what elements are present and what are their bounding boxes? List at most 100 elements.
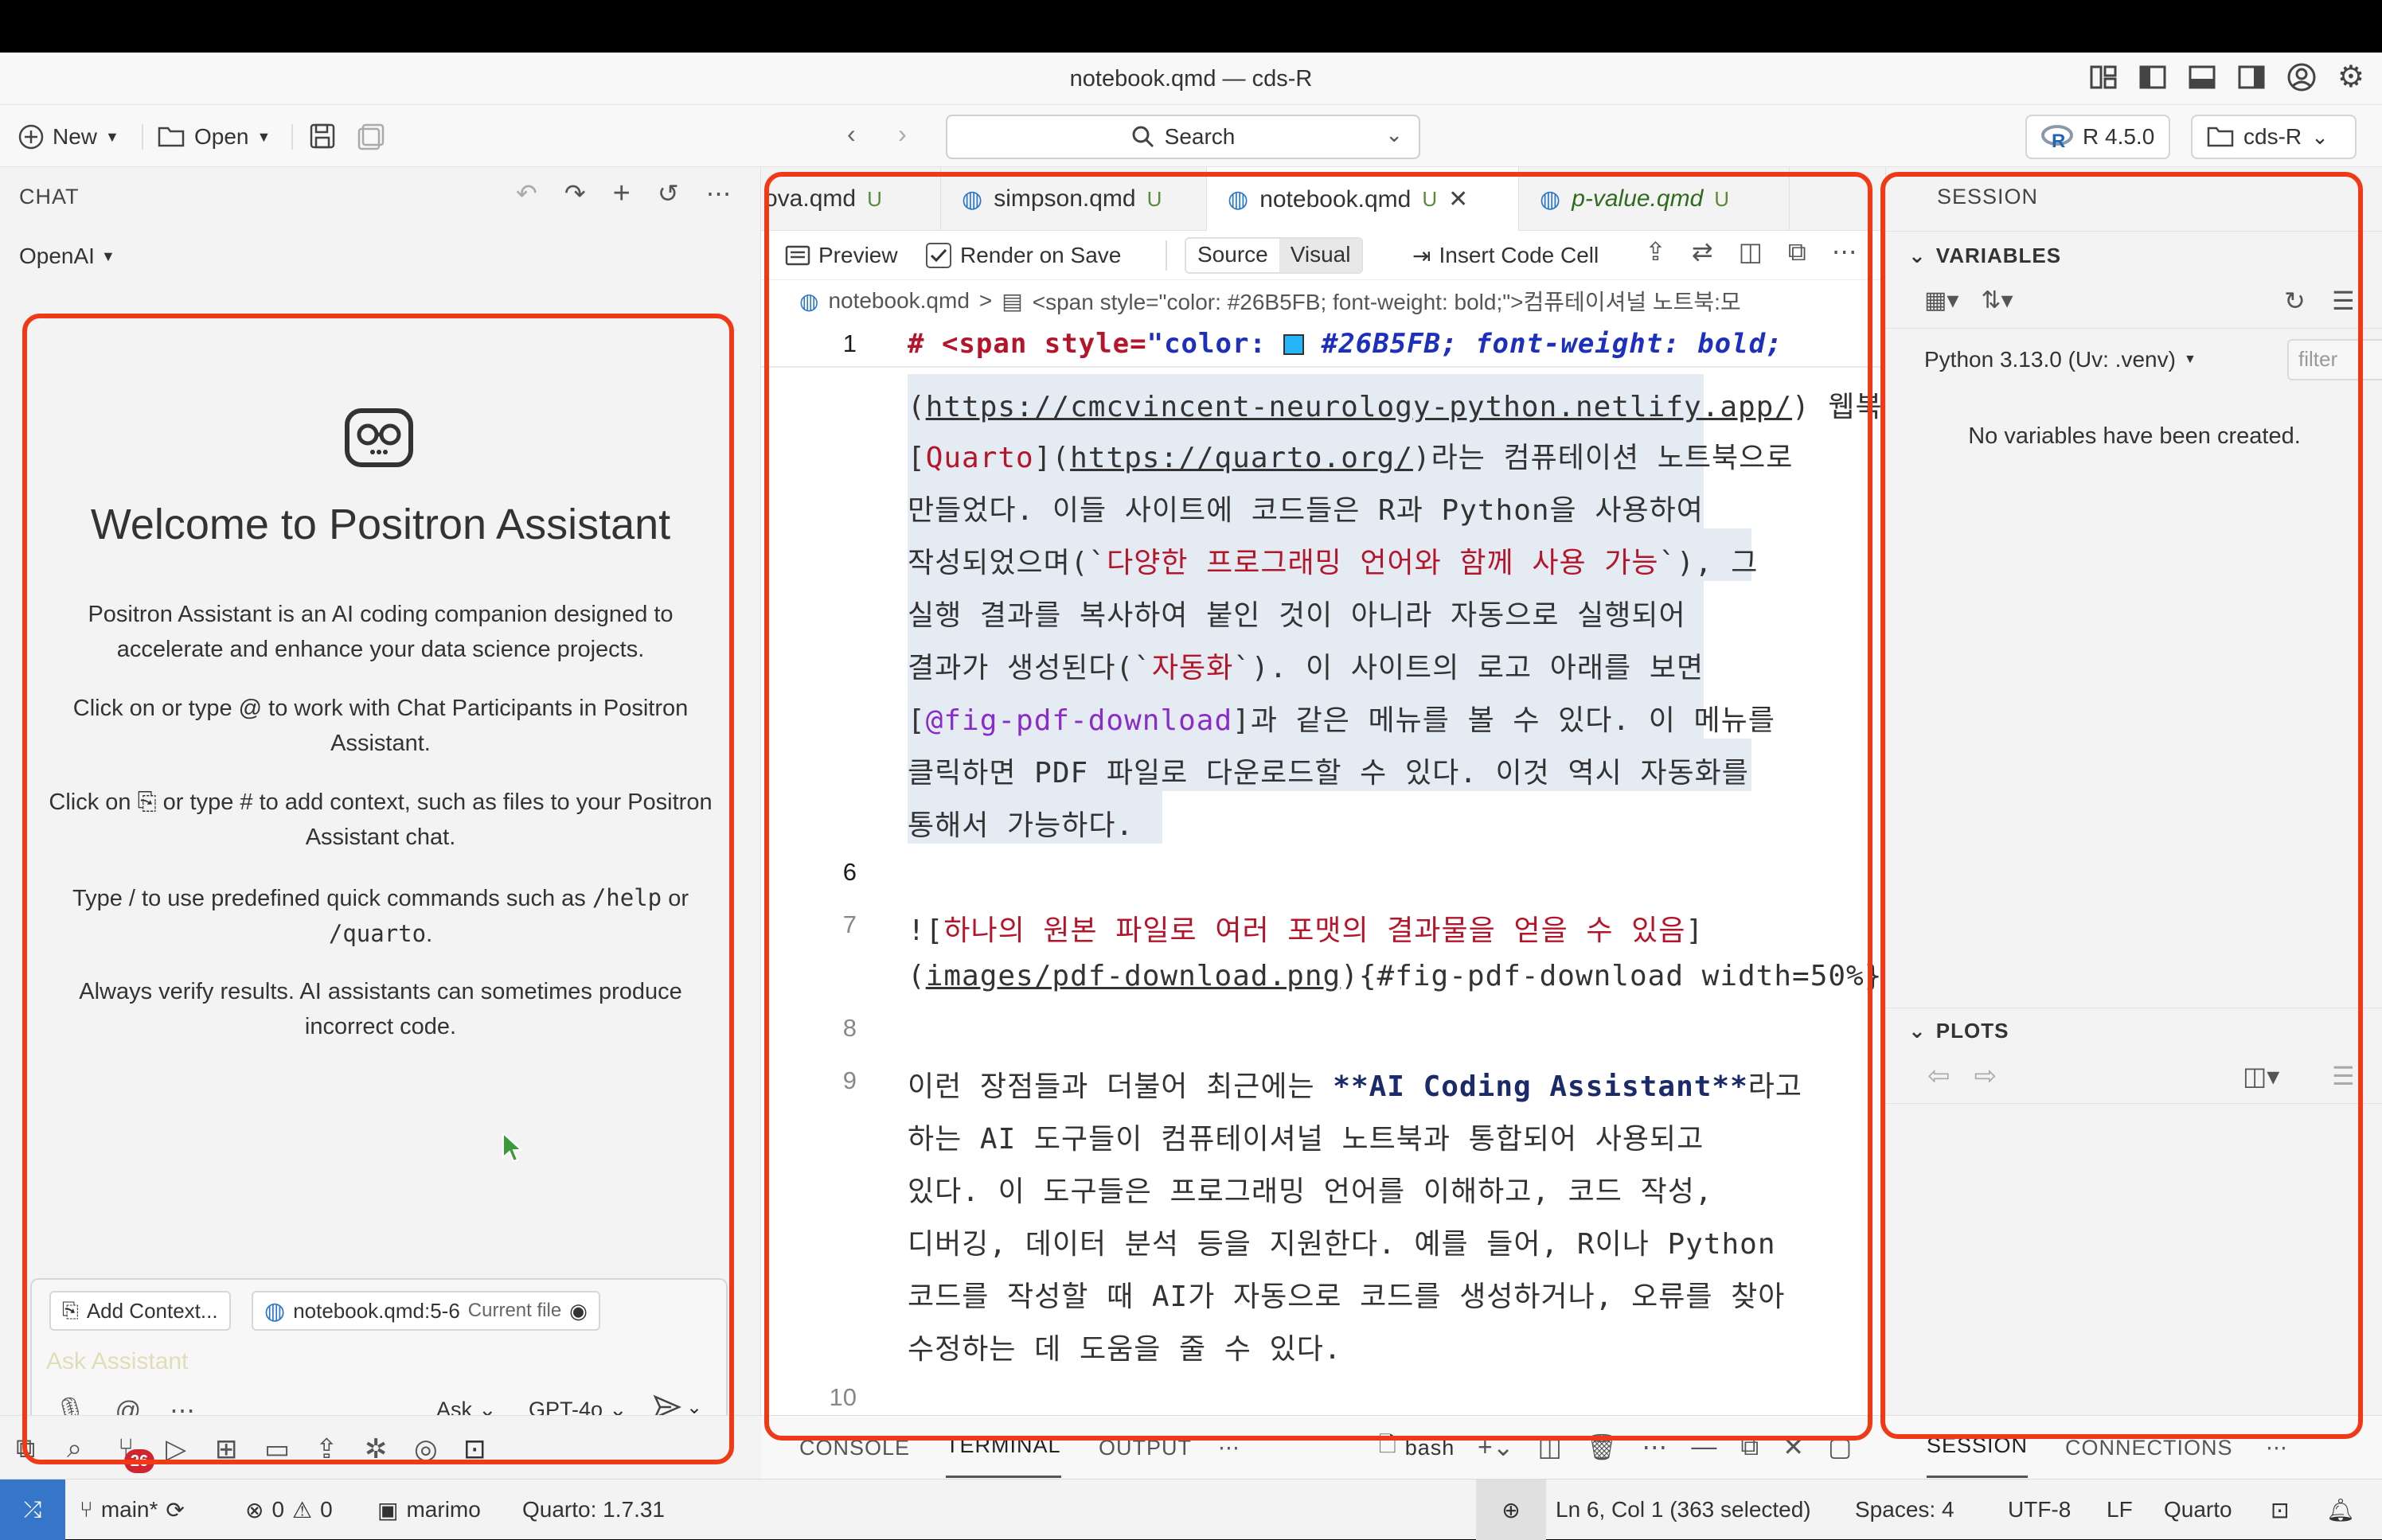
split-terminal-icon[interactable]: ◫ bbox=[1538, 1432, 1562, 1462]
image-link[interactable]: images/pdf-download.png bbox=[926, 960, 1341, 992]
search-icon[interactable]: ⌕ bbox=[67, 1433, 82, 1464]
publish-icon[interactable]: ⇪ bbox=[1645, 239, 1666, 264]
cursor-position[interactable]: Ln 6, Col 1 (363 selected) bbox=[1556, 1480, 1811, 1540]
run-debug-icon[interactable]: ▷ bbox=[166, 1433, 186, 1465]
sort-icon[interactable]: ⇅▾ bbox=[1981, 287, 2013, 314]
history-icon[interactable]: ↺ bbox=[658, 181, 679, 206]
restore-icon[interactable]: ⧉ bbox=[1740, 1432, 1759, 1462]
more-icon[interactable]: ⋯ bbox=[706, 181, 732, 206]
marimo-indicator[interactable]: ▣ marimo bbox=[377, 1480, 481, 1540]
more-icon[interactable]: ⋯ bbox=[1218, 1416, 1240, 1480]
open-external-icon[interactable]: ⧉ bbox=[1788, 239, 1806, 264]
render-on-save-checkbox[interactable]: Render on Save bbox=[925, 239, 1121, 272]
undo-icon[interactable]: ↶ bbox=[516, 181, 537, 206]
redo-icon[interactable]: ↷ bbox=[564, 181, 586, 206]
forward-arrow-icon[interactable]: › bbox=[898, 121, 907, 146]
publish-icon[interactable]: ⇪ bbox=[315, 1433, 338, 1465]
indentation[interactable]: Spaces: 4 bbox=[1855, 1480, 1954, 1540]
remote-explorer-icon[interactable]: ▭ bbox=[264, 1433, 290, 1465]
gear-icon[interactable]: ⚙ bbox=[2337, 62, 2364, 92]
add-context-button[interactable]: ⎘ Add Context... bbox=[49, 1291, 231, 1331]
next-plot-icon[interactable]: ⇨ bbox=[1974, 1060, 1997, 1092]
tab-output[interactable]: OUTPUT bbox=[1099, 1416, 1192, 1480]
variables-section-header[interactable]: ⌄ VARIABLES bbox=[1908, 244, 2061, 268]
bell-icon[interactable]: 🔔︎ bbox=[2326, 1480, 2355, 1540]
sync-icon[interactable]: ⟳ bbox=[166, 1497, 184, 1523]
search-box[interactable]: Search ⌄ bbox=[946, 115, 1420, 159]
chat-input[interactable]: Ask Assistant bbox=[46, 1348, 188, 1375]
breadcrumb-file[interactable]: notebook.qmd bbox=[828, 288, 969, 314]
quarto-version[interactable]: Quarto: 1.7.31 bbox=[522, 1480, 665, 1540]
preview-button[interactable]: Preview bbox=[785, 239, 898, 272]
problems-indicator[interactable]: ⊗ 0 ⚠ 0 bbox=[245, 1480, 333, 1540]
open-button[interactable]: Open ▼ bbox=[158, 119, 271, 154]
color-swatch[interactable] bbox=[1283, 334, 1305, 355]
url-link[interactable]: https://cmcvincent-neurology-python.netl… bbox=[926, 391, 1792, 423]
more-icon[interactable]: ⋯ bbox=[1832, 239, 1857, 264]
toggle-left-sidebar-icon[interactable] bbox=[2138, 63, 2167, 92]
tab-ova[interactable]: ova.qmd U bbox=[761, 167, 941, 231]
source-toggle[interactable]: Source bbox=[1186, 239, 1279, 272]
current-file-chip[interactable]: ◍ notebook.qmd:5-6 Current file ◉ bbox=[252, 1291, 600, 1331]
new-terminal-icon[interactable]: +⌄ bbox=[1478, 1432, 1514, 1462]
save-icon[interactable] bbox=[309, 123, 336, 150]
visual-toggle[interactable]: Visual bbox=[1279, 239, 1362, 272]
new-button[interactable]: New ▼ bbox=[18, 119, 119, 154]
toggle-panel-icon[interactable] bbox=[2188, 63, 2216, 92]
split-editor-icon[interactable]: ◫ bbox=[1739, 239, 1763, 264]
remote-indicator[interactable]: ⤮ bbox=[0, 1480, 65, 1540]
clear-plots-icon[interactable]: ☰ bbox=[2332, 1063, 2355, 1089]
r-version-button[interactable]: R R 4.5.0 bbox=[2025, 115, 2171, 159]
tab-console[interactable]: CONSOLE bbox=[799, 1416, 910, 1480]
provider-select[interactable]: OpenAI ▼ bbox=[19, 244, 115, 269]
previous-plot-icon[interactable]: ⇦ bbox=[1927, 1060, 1951, 1092]
filter-input[interactable]: filter bbox=[2287, 339, 2382, 380]
tab-p-value[interactable]: ◍ p-value.qmd U bbox=[1519, 167, 1790, 231]
plot-layout-icon[interactable]: ◫▾ bbox=[2243, 1063, 2279, 1089]
tab-session[interactable]: SESSION bbox=[1927, 1416, 2029, 1478]
more-icon[interactable]: ⋯ bbox=[2266, 1416, 2288, 1480]
more-icon[interactable]: ⋯ bbox=[1642, 1432, 1667, 1462]
code-line: [Quarto](https://quarto.org/)라는 컴퓨테이션 노트… bbox=[908, 442, 1794, 474]
refresh-icon[interactable]: ↻ bbox=[2284, 288, 2306, 314]
account-icon[interactable] bbox=[2286, 62, 2317, 92]
close-icon[interactable]: ✕ bbox=[1448, 185, 1468, 213]
chevron-down-icon[interactable]: ⌄ bbox=[1385, 123, 1403, 147]
line-ending[interactable]: LF bbox=[2107, 1480, 2133, 1540]
tab-notebook[interactable]: ◍ notebook.qmd U ✕ bbox=[1207, 167, 1519, 232]
clear-icon[interactable]: ☰ bbox=[2332, 288, 2355, 314]
assistant-status-icon[interactable]: ⊡ bbox=[2271, 1480, 2289, 1540]
tab-simpson[interactable]: ◍ simpson.qmd U bbox=[941, 167, 1207, 231]
language-mode[interactable]: Quarto bbox=[2164, 1480, 2232, 1540]
customize-layout-icon[interactable] bbox=[2089, 63, 2118, 92]
sync-icon[interactable]: ⇄ bbox=[1692, 239, 1713, 264]
openai-icon[interactable]: ✲ bbox=[365, 1433, 388, 1465]
github-icon[interactable]: ◎ bbox=[414, 1433, 438, 1465]
close-icon[interactable]: ✕ bbox=[1783, 1432, 1804, 1462]
save-all-icon[interactable] bbox=[357, 123, 385, 151]
explorer-icon[interactable]: ⧉ bbox=[16, 1433, 35, 1464]
sticky-scroll-line[interactable]: 1 # <span style="color: #26B5FB; font-we… bbox=[761, 322, 1885, 368]
assistant-icon[interactable]: ⊡ bbox=[463, 1433, 486, 1465]
tab-connections[interactable]: CONNECTIONS bbox=[2065, 1416, 2233, 1480]
back-arrow-icon[interactable]: ‹ bbox=[847, 121, 856, 146]
branch-indicator[interactable]: ⑂ main* ⟳ bbox=[80, 1480, 185, 1540]
eye-icon[interactable]: ◉ bbox=[569, 1299, 588, 1324]
plots-section-header[interactable]: ⌄ PLOTS bbox=[1908, 1019, 2009, 1043]
maximize-icon[interactable]: ▢ bbox=[1828, 1432, 1852, 1462]
project-button[interactable]: cds-R ⌄ bbox=[2191, 115, 2357, 159]
breadcrumb-item[interactable]: <span style="color: #26B5FB; font-weight… bbox=[1033, 285, 1741, 317]
interpreter-select[interactable]: Python 3.13.0 (Uv: .venv) ▼ bbox=[1924, 347, 2197, 372]
encoding[interactable]: UTF-8 bbox=[2008, 1480, 2071, 1540]
zoom-indicator[interactable]: ⊕ bbox=[1476, 1480, 1546, 1540]
plus-icon[interactable]: + bbox=[613, 178, 631, 209]
terminal-shell[interactable]: 🗋 bash bbox=[1379, 1416, 1455, 1480]
insert-code-cell-button[interactable]: ⇥ Insert Code Cell bbox=[1412, 239, 1599, 272]
tab-terminal[interactable]: TERMINAL bbox=[946, 1416, 1061, 1478]
grid-view-icon[interactable]: ▦▾ bbox=[1924, 287, 1958, 314]
toggle-right-sidebar-icon[interactable] bbox=[2237, 63, 2266, 92]
trash-icon[interactable]: 🗑︎ bbox=[1586, 1432, 1619, 1462]
url-link[interactable]: https://quarto.org/ bbox=[1070, 442, 1413, 474]
minimize-icon[interactable]: — bbox=[1691, 1432, 1716, 1462]
extensions-icon[interactable]: ⊞ bbox=[215, 1433, 238, 1465]
